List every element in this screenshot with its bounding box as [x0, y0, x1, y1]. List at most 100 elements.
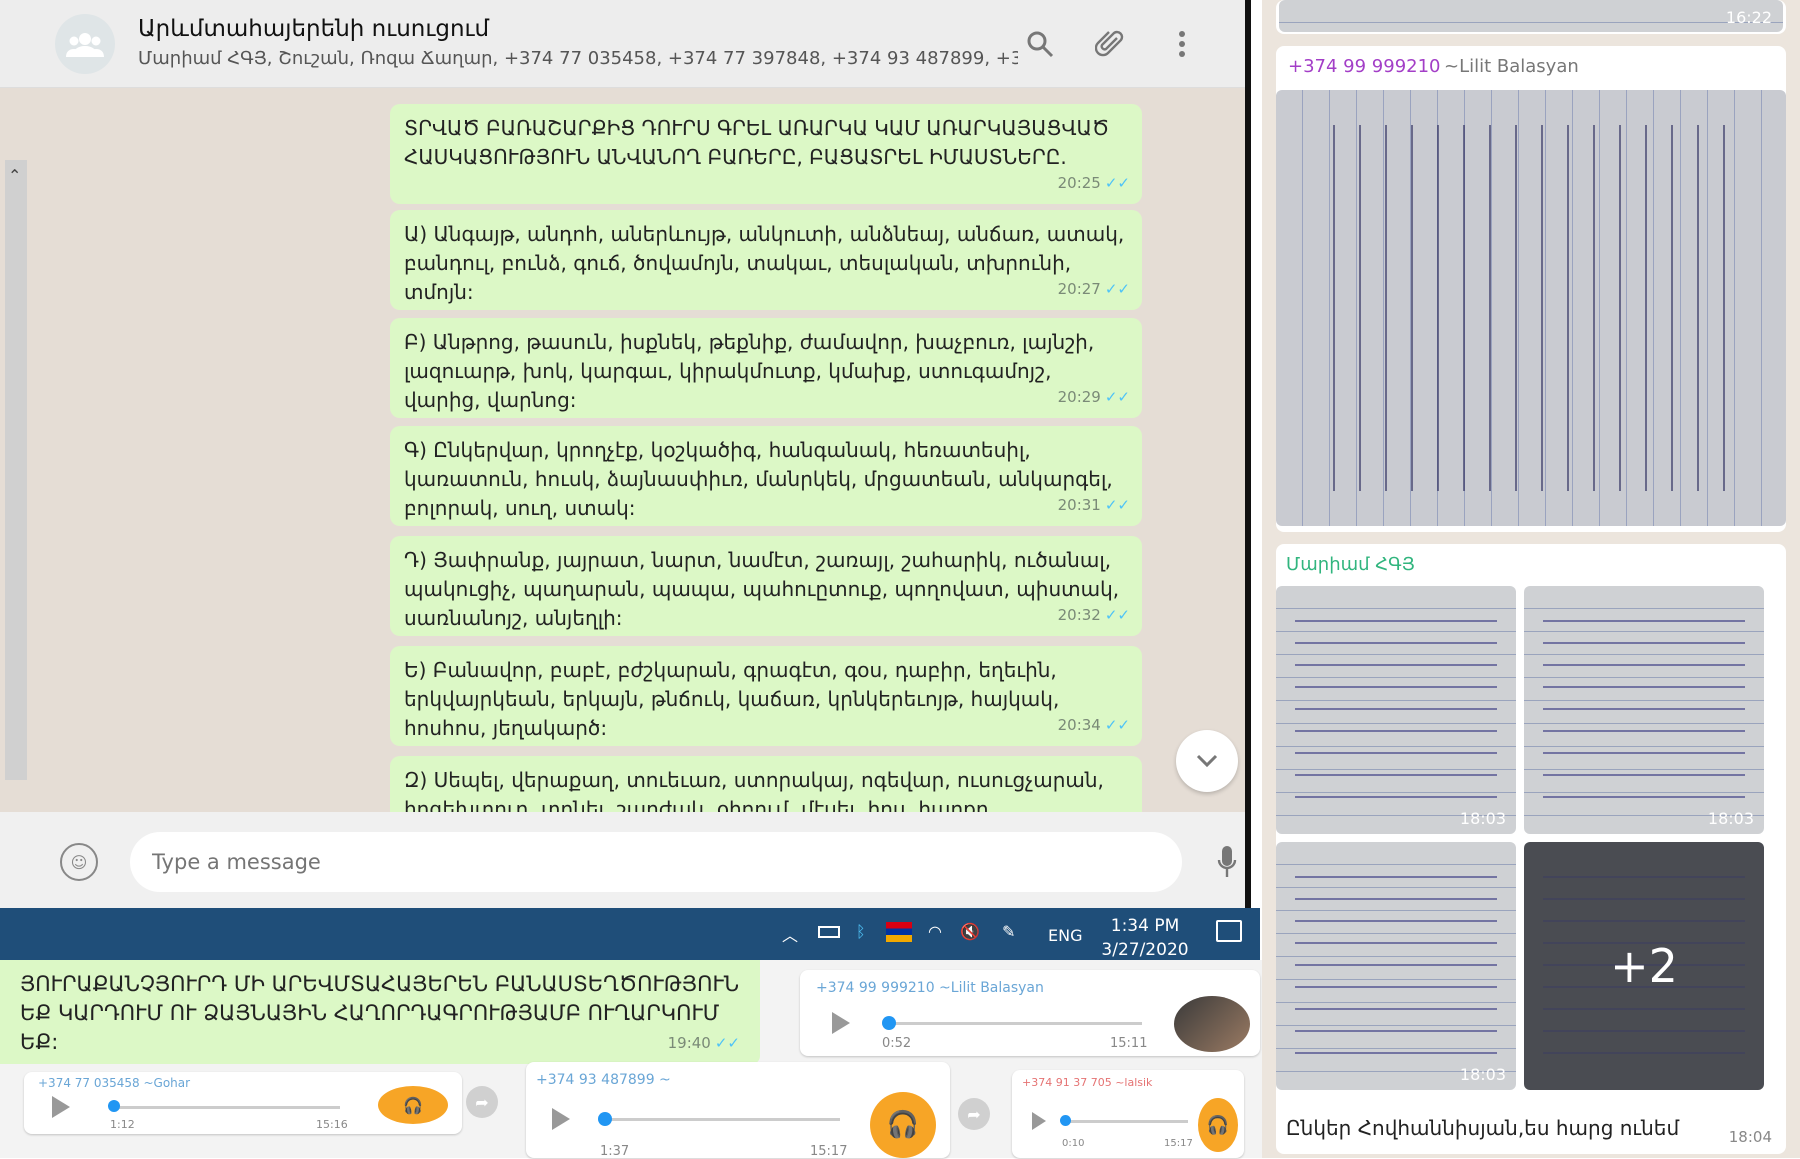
message-bubble[interactable]: Ե) Բանավոր, բաբէ, բժշկարան, գրագէտ, գօս,…	[390, 646, 1142, 746]
double-check-icon: ✓✓	[1104, 280, 1130, 298]
voice-sender: +374 93 487899 ~	[536, 1072, 671, 1088]
headphones-icon[interactable]: 🎧	[1198, 1098, 1238, 1152]
clock-date: 3/27/2020	[1101, 940, 1189, 960]
chat-title[interactable]: Արևմտահայերենի ուսուցում	[138, 16, 489, 42]
voice-sender: +374 77 035458 ~Gohar	[38, 1076, 191, 1090]
play-icon[interactable]	[552, 1108, 570, 1130]
message-time: 18:04	[1728, 1128, 1772, 1146]
voice-elapsed: 1:12	[110, 1118, 135, 1131]
forward-icon[interactable]: ➦	[958, 1098, 990, 1130]
voice-track[interactable]	[884, 1022, 1142, 1025]
language-indicator[interactable]: ENG	[1048, 926, 1082, 945]
double-check-icon: ✓✓	[1104, 496, 1130, 514]
sender-name: ~Lilit Balasyan	[1444, 56, 1579, 77]
chat-window: Արևմտահայերենի ուսուցում Մարիամ ՀԳՅ, Շու…	[0, 0, 1245, 908]
double-check-icon: ✓✓	[1104, 716, 1130, 734]
menu-icon[interactable]	[1162, 24, 1202, 64]
voice-note[interactable]: +374 99 999210 ~Lilit Balasyan 0:52 15:1…	[800, 970, 1260, 1056]
clock-time: 1:34 PM	[1110, 916, 1180, 936]
message-time: 20:31	[1057, 496, 1101, 514]
image-card[interactable]: +374 99 999210 ~Lilit Balasyan	[1276, 46, 1786, 532]
voice-note[interactable]: +374 93 487899 ~ 1:37 15:17 🎧	[526, 1062, 950, 1159]
message-bubble[interactable]: Ա) Անգայթ, անդոհ, աներևույթ, անկուտի, ան…	[390, 210, 1142, 310]
wifi-icon[interactable]: ◠	[928, 922, 942, 941]
message-bubble[interactable]: Դ) Յափրանք, յայրատ, նարտ, նամէտ, շառայլ,…	[390, 536, 1142, 636]
notification-icon[interactable]	[1216, 920, 1242, 942]
voice-note[interactable]: +374 91 37 705 ~lalsik 0:10 15:17 🎧	[1012, 1070, 1244, 1158]
bluetooth-icon[interactable]: ᛒ	[856, 922, 866, 941]
message-text: ՅՈՒՐԱՔԱՆՉՅՈՒՐԴ ՄԻ ԱՐԵՎՄՏԱՀԱՅԵՐԵՆ ԲԱՆԱՍՏԵ…	[20, 972, 740, 1054]
album-card[interactable]: Մարիամ ՀԳՅ 18:03 18:03 18:03 +2 Ընկեր Հո…	[1276, 544, 1786, 1154]
album-photo[interactable]: 18:03	[1524, 586, 1764, 834]
voice-knob[interactable]	[882, 1016, 896, 1030]
image-time: 18:03	[1459, 809, 1506, 828]
image-time: 18:03	[1707, 809, 1754, 828]
voice-sender: +374 99 999210 ~Lilit Balasyan	[816, 980, 1044, 996]
message-text: ՏՐՎԱԾ ԲԱՌԱՇԱՐՔԻՑ ԴՈՒՐՍ ԳՐԵԼ ԱՌԱՐԿԱ ԿԱՄ Ա…	[404, 116, 1110, 169]
voice-track[interactable]	[600, 1118, 840, 1121]
group-avatar-icon[interactable]	[55, 14, 115, 74]
message-bubble[interactable]: ՅՈՒՐԱՔԱՆՉՅՈՒՐԴ ՄԻ ԱՐԵՎՄՏԱՀԱՅԵՐԵՆ ԲԱՆԱՍՏԵ…	[0, 960, 760, 1064]
chevron-up-icon[interactable]: ︿	[782, 922, 798, 946]
pen-icon[interactable]: ✎	[1002, 922, 1015, 941]
handwriting	[1295, 861, 1497, 1071]
message-time: 20:25	[1057, 174, 1101, 192]
album-more-photo[interactable]: +2	[1524, 842, 1764, 1090]
double-check-icon: ✓✓	[1104, 606, 1130, 624]
play-icon[interactable]	[1032, 1112, 1046, 1130]
emoji-icon[interactable]: ☺	[60, 843, 98, 881]
play-icon[interactable]	[832, 1012, 850, 1034]
voice-note[interactable]: +374 77 035458 ~Gohar 1:12 15:16 🎧	[24, 1072, 462, 1134]
headphones-icon[interactable]: 🎧	[870, 1092, 936, 1158]
handwriting	[1543, 605, 1745, 815]
album-photo[interactable]: 18:03	[1276, 842, 1516, 1090]
sender-phone[interactable]: +374 99 999210	[1288, 56, 1441, 77]
scroll-to-bottom-button[interactable]	[1176, 730, 1238, 792]
voice-elapsed: 0:10	[1062, 1138, 1085, 1149]
search-icon[interactable]	[1020, 24, 1060, 64]
scroll-up-icon[interactable]: ⌃	[8, 166, 21, 185]
voice-track[interactable]	[110, 1106, 340, 1109]
voice-knob[interactable]	[108, 1100, 120, 1112]
message-time: 20:34	[1057, 716, 1101, 734]
more-count: +2	[1610, 939, 1678, 993]
voice-knob[interactable]	[598, 1112, 612, 1126]
message-bubble[interactable]: Բ) Անթրոց, թասուն, իսքնեկ, թեքնիք, ժամավ…	[390, 318, 1142, 418]
voice-time: 15:11	[1110, 1036, 1148, 1051]
sender-name[interactable]: Մարիամ ՀԳՅ	[1286, 554, 1415, 575]
avatar[interactable]	[1174, 996, 1250, 1052]
message-text: Դ) Յափրանք, յայրատ, նարտ, նամէտ, շառայլ,…	[404, 548, 1120, 630]
message-text: Ընկեր Հովհաննիսյան,ես հարց ունեմ	[1286, 1116, 1680, 1140]
message-input[interactable]	[130, 832, 1182, 892]
notebook-photo[interactable]	[1276, 90, 1786, 526]
message-bubble[interactable]: Գ) Ընկերվար, կրողչէք, կօշկածիգ, հանգանակ…	[390, 426, 1142, 526]
attach-icon[interactable]	[1090, 24, 1130, 64]
headphones-icon[interactable]: 🎧	[378, 1086, 448, 1124]
message-time: 20:29	[1057, 388, 1101, 406]
taskbar-clock[interactable]: 1:34 PM 3/27/2020	[1100, 914, 1190, 962]
voice-time: 15:17	[1164, 1138, 1193, 1149]
message-meta: 20:27 ✓✓	[1058, 275, 1130, 304]
voice-track[interactable]	[1062, 1120, 1188, 1123]
forward-icon[interactable]: ➦	[466, 1086, 498, 1118]
message-text: Գ) Ընկերվար, կրողչէք, կօշկածիգ, հանգանակ…	[404, 438, 1113, 520]
message-text: Ա) Անգայթ, անդոհ, աներևույթ, անկուտի, ան…	[404, 222, 1125, 304]
message-bubble[interactable]: ՏՐՎԱԾ ԲԱՌԱՇԱՐՔԻՑ ԴՈՒՐՍ ԳՐԵԼ ԱՌԱՐԿԱ ԿԱՄ Ա…	[390, 104, 1142, 204]
message-meta: 20:25 ✓✓	[1058, 169, 1130, 198]
message-time: 20:27	[1057, 280, 1101, 298]
image-card[interactable]: 16:22	[1276, 0, 1786, 34]
microphone-icon[interactable]	[1212, 842, 1242, 882]
right-chat-panel: 16:22 +374 99 999210 ~Lilit Balasyan Մար…	[1262, 0, 1800, 1158]
scrollbar[interactable]	[5, 160, 27, 780]
message-meta: 20:31 ✓✓	[1058, 491, 1130, 520]
message-meta: 20:29 ✓✓	[1058, 383, 1130, 412]
play-icon[interactable]	[52, 1096, 70, 1118]
battery-icon[interactable]	[818, 926, 840, 938]
voice-knob[interactable]	[1060, 1115, 1071, 1126]
album-photo[interactable]: 18:03	[1276, 586, 1516, 834]
speaker-muted-icon[interactable]: 🔇	[960, 922, 980, 941]
image-time: 18:03	[1459, 1065, 1506, 1084]
flag-icon[interactable]	[886, 922, 912, 942]
message-time: 19:40	[667, 1034, 711, 1052]
notebook-photo[interactable]	[1279, 0, 1783, 32]
